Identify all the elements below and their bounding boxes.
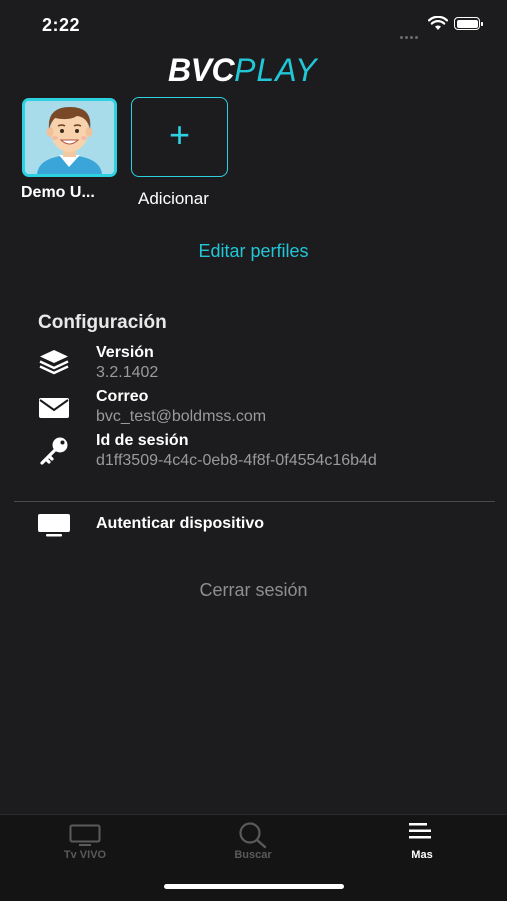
app-logo: BVCPLAY [168,52,318,89]
session-id-value: d1ff3509-4c4c-0eb8-4f8f-0f4554c16b4d [96,452,377,469]
tv-icon [69,824,101,851]
logout-button[interactable]: Cerrar sesión [0,580,507,601]
version-title: Versión [96,344,154,361]
tab-label: Mas [411,849,433,861]
add-profile-button[interactable]: + [131,97,228,177]
home-indicator[interactable] [164,884,344,889]
plus-icon: + [168,114,191,155]
divider [14,501,495,502]
tv-icon [37,513,71,542]
battery-icon [454,17,483,30]
mail-icon [38,397,70,424]
status-time: 2:22 [42,15,81,35]
avatar-illustration [25,101,114,174]
logo-part-play: PLAY [234,52,318,88]
email-value: bvc_test@boldmss.com [96,408,267,425]
logo-part-bvc: BVC [168,52,235,88]
add-profile-label[interactable]: Adicionar [138,189,209,209]
tab-label: Tv VIVO [63,849,107,861]
profile-name[interactable]: Demo U... [21,184,95,202]
session-id-title: Id de sesión [96,432,189,449]
tab-label: Buscar [234,849,272,861]
key-icon [38,436,70,471]
menu-icon [409,823,433,844]
authenticate-device-button[interactable]: Autenticar dispositivo [96,515,264,533]
wifi-icon [427,15,449,36]
version-value: 3.2.1402 [96,364,159,381]
config-section-title: Configuración [38,312,167,333]
edit-profiles-link[interactable]: Editar perfiles [0,241,507,262]
cellular-signal-icon [400,26,420,44]
profile-avatar[interactable] [22,98,117,177]
layers-icon [38,348,70,381]
email-title: Correo [96,388,149,405]
